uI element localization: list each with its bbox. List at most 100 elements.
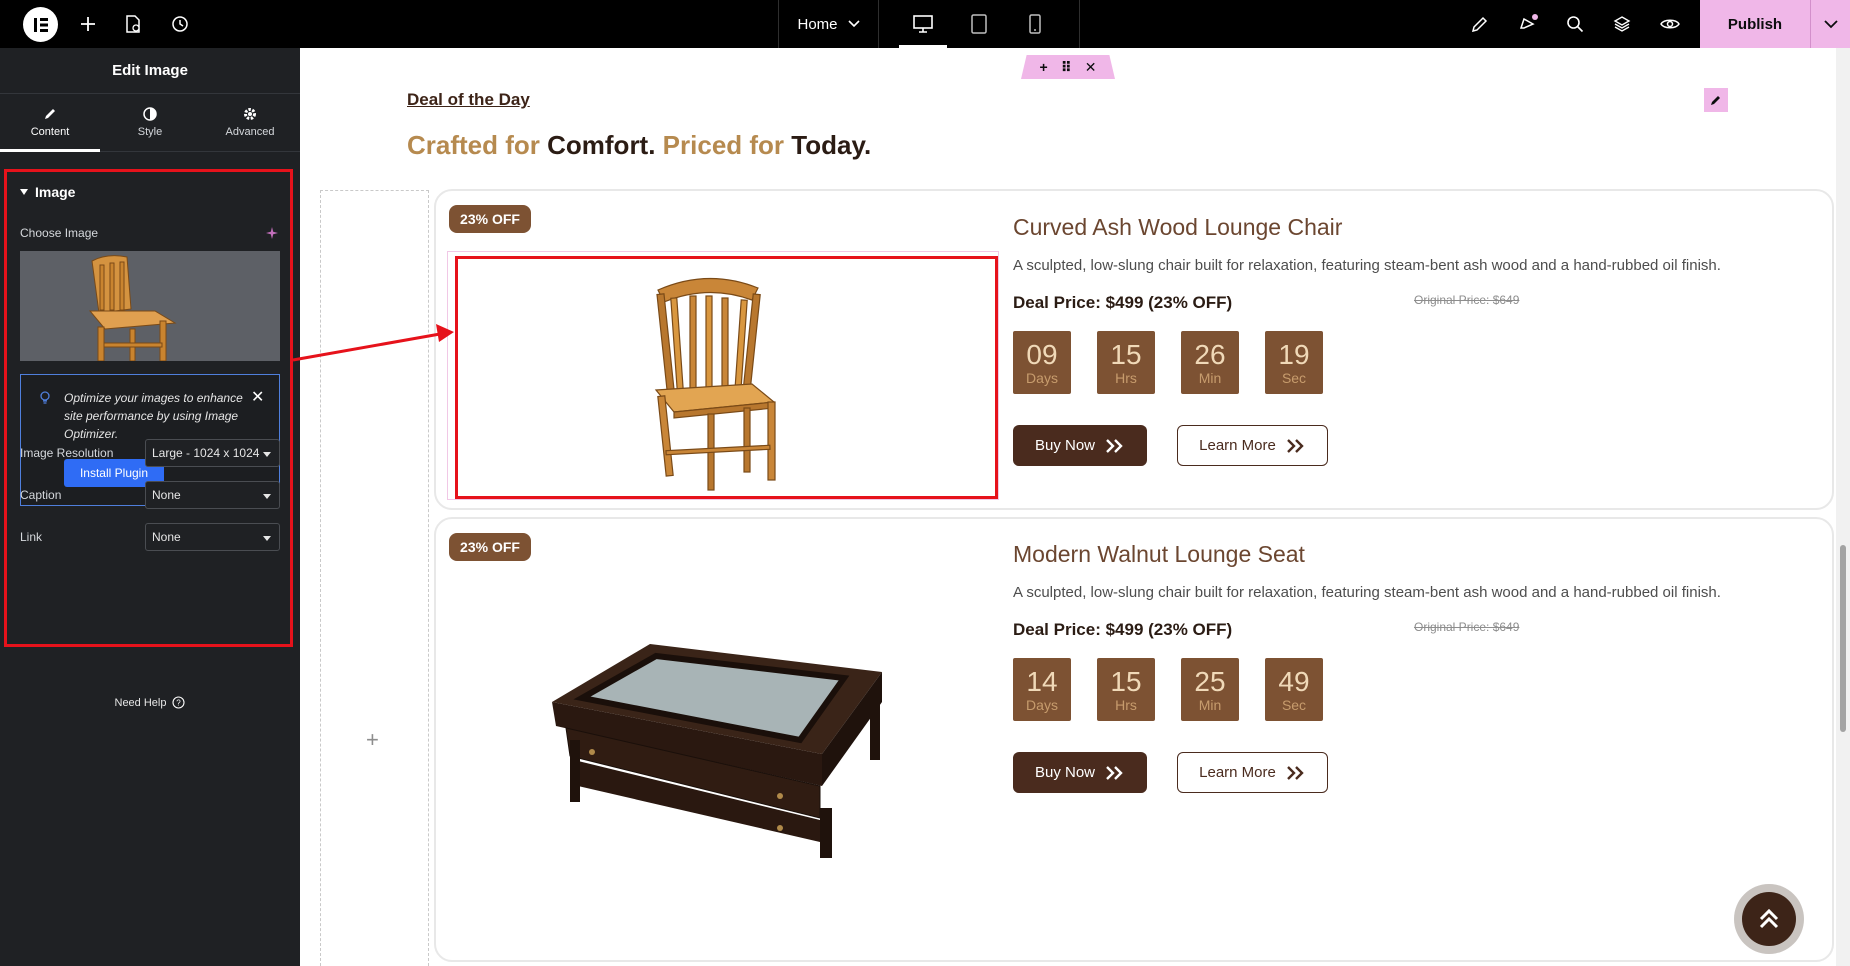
countdown-value: 19	[1278, 338, 1310, 370]
original-price: Original Price: $649	[1414, 293, 1520, 307]
deal-price: Deal Price: $499 (23% OFF)	[1013, 620, 1233, 639]
page-settings-icon[interactable]	[121, 12, 145, 36]
headline-part-3: Priced for	[655, 130, 792, 160]
tab-advanced[interactable]: Advanced	[200, 94, 300, 151]
responsive-mode-switcher	[879, 0, 1079, 48]
annotation-highlight-panel	[4, 169, 293, 647]
countdown-unit: Hrs	[1115, 696, 1137, 713]
countdown-hours: 15 Hrs	[1097, 658, 1155, 721]
tab-style[interactable]: Style	[100, 94, 200, 151]
site-settings-icon[interactable]	[1468, 12, 1492, 36]
tab-content-label: Content	[30, 126, 70, 138]
headline-part-1: Crafted for	[407, 130, 548, 160]
panel-title: Edit Image	[0, 48, 300, 94]
countdown-unit: Min	[1198, 369, 1222, 386]
page-selector[interactable]: Home	[779, 0, 879, 48]
notifications-icon[interactable]	[1517, 12, 1541, 36]
structure-layers-icon[interactable]	[1610, 12, 1634, 36]
annotation-highlight-image	[455, 256, 998, 499]
headline-part-4: Today.	[791, 130, 872, 160]
buy-now-label: Buy Now	[1034, 764, 1096, 781]
countdown-hours: 15 Hrs	[1097, 331, 1155, 394]
tablet-view-button[interactable]	[951, 0, 1007, 48]
countdown-unit: Days	[1026, 369, 1058, 386]
need-help-label: Need Help	[114, 696, 167, 709]
coffee-table-image[interactable]	[548, 640, 886, 862]
page-selector-label: Home	[797, 15, 838, 33]
learn-more-label: Learn More	[1199, 437, 1276, 454]
countdown-value: 15	[1110, 338, 1142, 370]
countdown-value: 15	[1110, 665, 1142, 697]
tablet-icon	[971, 14, 987, 34]
publish-options-button[interactable]	[1810, 0, 1850, 48]
svg-text:?: ?	[177, 699, 182, 708]
countdown-value: 26	[1194, 338, 1226, 370]
add-section-icon[interactable]: +	[1040, 59, 1048, 75]
tab-style-label: Style	[137, 126, 163, 138]
deal-of-the-day-link[interactable]: Deal of the Day	[407, 90, 530, 110]
contrast-icon	[143, 107, 157, 121]
pencil-icon	[45, 109, 55, 119]
headline-part-2: Comfort.	[547, 130, 656, 160]
publish-button[interactable]: Publish	[1700, 0, 1810, 48]
scroll-to-top-button[interactable]	[1734, 884, 1804, 954]
product-title: Curved Ash Wood Lounge Chair	[1013, 214, 1343, 240]
desktop-view-button[interactable]	[895, 0, 951, 48]
countdown-unit: Sec	[1281, 369, 1307, 386]
countdown-unit: Hrs	[1115, 369, 1137, 386]
double-chevron-up-icon	[1759, 908, 1779, 929]
section-toolbar: + ⠿ ✕	[1021, 55, 1115, 79]
need-help-link[interactable]: Need Help ?	[0, 696, 300, 709]
help-circle-icon: ?	[172, 696, 186, 709]
countdown-unit: Days	[1026, 696, 1058, 713]
buy-now-button[interactable]: Buy Now	[1013, 752, 1147, 793]
countdown-minutes: 25 Min	[1181, 658, 1239, 721]
countdown-seconds: 49 Sec	[1265, 658, 1323, 721]
history-icon[interactable]	[168, 12, 192, 36]
elementor-logo-icon[interactable]	[23, 7, 58, 42]
mobile-view-button[interactable]	[1007, 0, 1063, 48]
learn-more-label: Learn More	[1199, 764, 1276, 781]
chevron-down-icon	[847, 20, 860, 28]
countdown-value: 49	[1278, 665, 1310, 697]
double-chevron-right-icon	[1287, 765, 1304, 780]
mobile-icon	[1029, 14, 1041, 34]
countdown-seconds: 19 Sec	[1265, 331, 1323, 394]
canvas-scrollbar[interactable]	[1836, 48, 1850, 966]
buy-now-button[interactable]: Buy Now	[1013, 425, 1147, 466]
desktop-icon	[913, 15, 933, 33]
preview-eye-icon[interactable]	[1658, 12, 1682, 36]
countdown-value: 25	[1194, 665, 1226, 697]
add-element-icon[interactable]	[76, 12, 100, 36]
countdown-minutes: 26 Min	[1181, 331, 1239, 394]
countdown-unit: Sec	[1281, 696, 1307, 713]
top-bar: Home Publish	[0, 0, 1850, 48]
original-price: Original Price: $649	[1414, 620, 1520, 634]
double-chevron-right-icon	[1106, 765, 1123, 780]
countdown-value: 09	[1026, 338, 1058, 370]
tab-advanced-label: Advanced	[225, 126, 275, 138]
drag-handle-icon[interactable]: ⠿	[1061, 59, 1072, 76]
product-title: Modern Walnut Lounge Seat	[1013, 541, 1305, 567]
delete-section-icon[interactable]: ✕	[1085, 59, 1097, 76]
edit-widget-pencil-icon[interactable]	[1704, 88, 1728, 112]
countdown-days: 14 Days	[1013, 658, 1071, 721]
deal-price: Deal Price: $499 (23% OFF)	[1013, 293, 1233, 312]
discount-badge: 23% OFF	[449, 533, 531, 561]
search-icon[interactable]	[1563, 12, 1587, 36]
double-chevron-right-icon	[1287, 438, 1304, 453]
double-chevron-right-icon	[1106, 438, 1123, 453]
top-center-controls: Home	[778, 0, 1080, 48]
add-widget-plus-icon[interactable]: +	[366, 727, 379, 753]
tab-content[interactable]: Content	[0, 94, 100, 152]
countdown-days: 09 Days	[1013, 331, 1071, 394]
learn-more-button[interactable]: Learn More	[1177, 752, 1328, 793]
panel-tabs: Content Style Advanced	[0, 94, 300, 152]
scrollbar-thumb[interactable]	[1840, 545, 1846, 732]
product-description: A sculpted, low-slung chair built for re…	[1013, 257, 1721, 274]
countdown-unit: Min	[1198, 696, 1222, 713]
product-description: A sculpted, low-slung chair built for re…	[1013, 584, 1721, 601]
discount-badge: 23% OFF	[449, 205, 531, 233]
learn-more-button[interactable]: Learn More	[1177, 425, 1328, 466]
scroll-to-top-inner	[1742, 892, 1796, 946]
